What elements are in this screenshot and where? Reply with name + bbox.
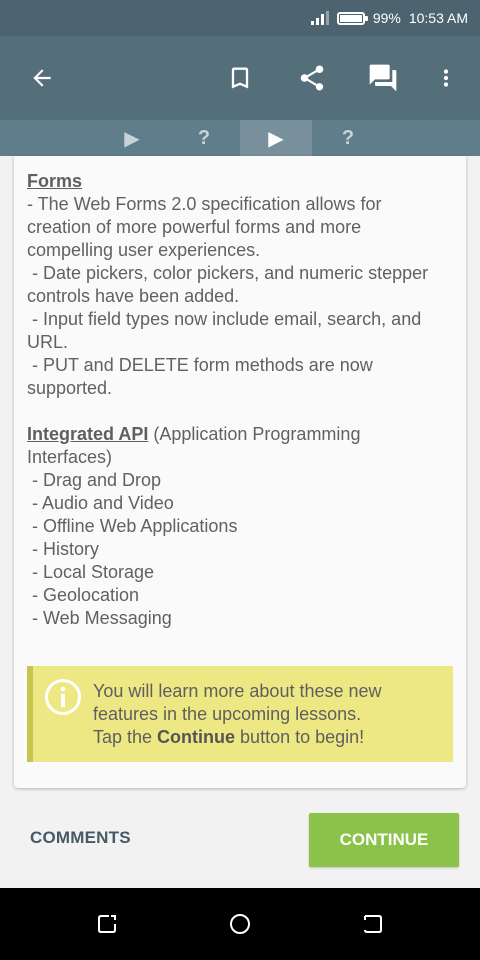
note-suffix: button to begin! [235,727,365,747]
text-line: supported. [27,378,113,398]
text-line: - Date pickers, color pickers, and numer… [27,263,429,283]
text-line: - Input field types now include email, s… [27,309,422,329]
recent-apps-icon[interactable] [95,912,119,936]
bookmark-icon[interactable] [220,58,260,98]
signal-icon [310,11,329,25]
comments-button[interactable]: COMMENTS [30,828,131,848]
note-line: You will learn more about these new [93,681,382,701]
note-text: You will learn more about these new feat… [93,666,382,762]
note-line: Tap the Continue button to begin! [93,726,382,749]
tab-quiz-1[interactable]: ? [168,120,240,156]
lesson-tabs: ▶ ? ▶ ? [0,120,480,156]
note-line: features in the upcoming lessons. [93,704,362,724]
text-line: - The Web Forms 2.0 specification allows… [27,194,382,214]
list-item: - Offline Web Applications [27,516,238,536]
more-vert-icon[interactable] [426,58,466,98]
back-nav-icon[interactable] [361,912,385,936]
text-line: creation of more powerful forms and more [27,217,362,237]
status-bar: 99% 10:53 AM [0,0,480,36]
list-item: - Audio and Video [27,493,174,513]
system-nav-bar [0,888,480,960]
list-item: - History [27,539,99,559]
lesson-card: Forms - The Web Forms 2.0 specification … [14,156,466,788]
app-toolbar [0,36,480,120]
status-indicators: 99% 10:53 AM [310,0,468,36]
forms-heading: Forms [27,171,83,191]
api-heading-line: Integrated API (Application Programming [27,423,454,446]
tab-quiz-2[interactable]: ? [312,120,384,156]
note-prefix: Tap the [93,727,158,747]
list-item: - Geolocation [27,585,140,605]
list-item: - Local Storage [27,562,155,582]
home-icon[interactable] [228,912,252,936]
text-line: compelling user experiences. [27,240,261,260]
comments-icon[interactable] [363,58,403,98]
tab-lesson-1[interactable]: ▶ [96,120,168,156]
text-line: Interfaces) [27,447,113,467]
share-icon[interactable] [292,58,332,98]
note-bold: Continue [157,727,236,747]
continue-button[interactable]: CONTINUE [309,813,459,867]
info-icon [33,666,93,762]
list-item: - Drag and Drop [27,470,162,490]
list-item: - Web Messaging [27,608,172,628]
text-line: URL. [27,332,69,352]
info-note: You will learn more about these new feat… [27,666,453,762]
text-line: controls have been added. [27,286,240,306]
api-heading-rest: (Application Programming [148,424,361,444]
tab-lesson-2[interactable]: ▶ [240,120,312,156]
back-arrow-icon[interactable] [22,58,62,98]
battery-level: 99% [372,10,401,26]
clock: 10:53 AM [408,10,468,26]
text-line: - PUT and DELETE form methods are now [27,355,373,375]
api-heading: Integrated API [27,424,149,444]
battery-icon [336,11,368,25]
lesson-content: Forms - The Web Forms 2.0 specification … [14,156,466,630]
